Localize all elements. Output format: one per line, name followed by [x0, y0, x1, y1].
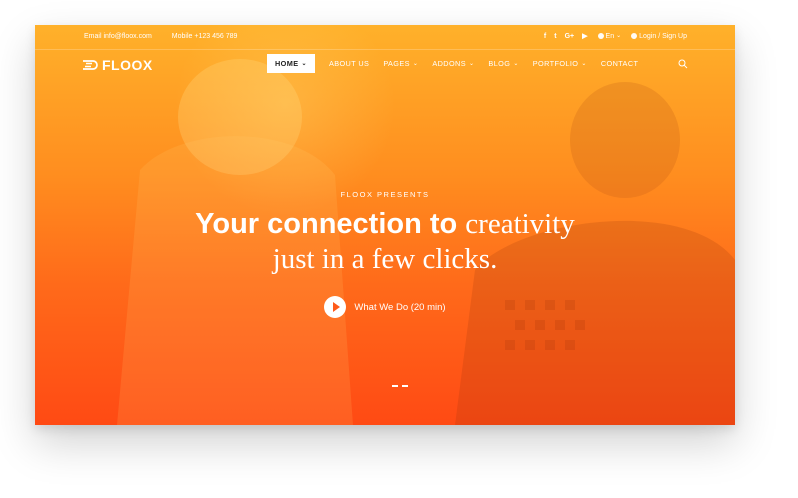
- nav-pages-label: PAGES: [383, 59, 410, 68]
- nav-item-about-us[interactable]: ABOUT US: [329, 59, 369, 68]
- nav-portfolio-label: PORTFOLIO: [532, 59, 579, 68]
- slider-dot-1[interactable]: [392, 385, 398, 387]
- globe-icon: [597, 33, 604, 39]
- nav-contact-label: CONTACT: [600, 59, 639, 68]
- language-label: En: [605, 32, 615, 40]
- main-navigation: FLOOX HOME ⌄ ABOUT US PAGES ⌄ ADDONS ⌄ B…: [35, 53, 735, 77]
- logo-icon: [83, 60, 98, 70]
- nav-item-blog[interactable]: BLOG ⌄: [488, 59, 518, 68]
- topbar-contact: Email info@floox.com Mobile +123 456 789: [84, 33, 237, 40]
- chevron-down-icon: ⌄: [412, 60, 419, 67]
- brand-logo[interactable]: FLOOX: [82, 57, 153, 73]
- topbar-email[interactable]: Email info@floox.com: [84, 33, 152, 40]
- topbar: Email info@floox.com Mobile +123 456 789…: [35, 25, 735, 50]
- login-link[interactable]: Login / Sign Up: [631, 33, 687, 40]
- play-icon: [324, 296, 347, 318]
- what-we-do-video-link[interactable]: What We Do (20 min): [324, 296, 446, 318]
- login-label: Login / Sign Up: [639, 32, 687, 40]
- cta-label: What We Do (20 min): [354, 301, 446, 313]
- hero-headline-line-1: Your connection to creativity: [35, 208, 735, 240]
- hero-headline-serif: creativity: [465, 208, 575, 240]
- hero-section: FLOOX PRESENTS Your connection to creati…: [35, 190, 735, 323]
- social-links: f t G+ ▶: [544, 32, 588, 41]
- nav-addons-label: ADDONS: [432, 59, 466, 68]
- nav-item-pages[interactable]: PAGES ⌄: [383, 59, 418, 68]
- nav-menu: HOME ⌄ ABOUT US PAGES ⌄ ADDONS ⌄ BLOG ⌄ …: [267, 54, 638, 73]
- chevron-down-icon: ⌄: [616, 33, 622, 39]
- language-selector[interactable]: En ⌄: [597, 32, 622, 40]
- hero-headline-strong: Your connection to: [195, 208, 458, 240]
- facebook-icon[interactable]: f: [544, 33, 546, 40]
- topbar-actions: f t G+ ▶ En ⌄ Login / Sign Up: [544, 32, 687, 41]
- chevron-down-icon: ⌄: [468, 60, 475, 67]
- website-screenshot-frame: Email info@floox.com Mobile +123 456 789…: [35, 25, 735, 425]
- user-icon: [631, 33, 638, 39]
- slider-dot-2[interactable]: [402, 385, 408, 387]
- nav-item-portfolio[interactable]: PORTFOLIO ⌄: [533, 59, 587, 68]
- nav-item-addons[interactable]: ADDONS ⌄: [432, 59, 474, 68]
- nav-item-contact[interactable]: CONTACT: [601, 59, 639, 68]
- google-plus-icon[interactable]: G+: [565, 33, 575, 40]
- search-icon[interactable]: [678, 59, 688, 69]
- twitter-icon[interactable]: t: [554, 33, 556, 40]
- topbar-mobile: Mobile +123 456 789: [171, 33, 238, 40]
- nav-home-label: HOME: [275, 59, 299, 68]
- chevron-down-icon: ⌄: [513, 60, 519, 67]
- chevron-down-icon: ⌄: [581, 60, 587, 67]
- slider-pagination: [392, 385, 408, 387]
- nav-about-label: ABOUT US: [328, 59, 370, 68]
- hero-headline-line-2: just in a few clicks.: [272, 243, 498, 275]
- brand-name: FLOOX: [102, 57, 153, 73]
- chevron-down-icon: ⌄: [301, 60, 307, 67]
- nav-item-home[interactable]: HOME ⌄: [267, 54, 315, 73]
- youtube-icon[interactable]: ▶: [582, 32, 587, 40]
- hero-eyebrow: FLOOX PRESENTS: [340, 190, 430, 199]
- nav-blog-label: BLOG: [488, 59, 511, 68]
